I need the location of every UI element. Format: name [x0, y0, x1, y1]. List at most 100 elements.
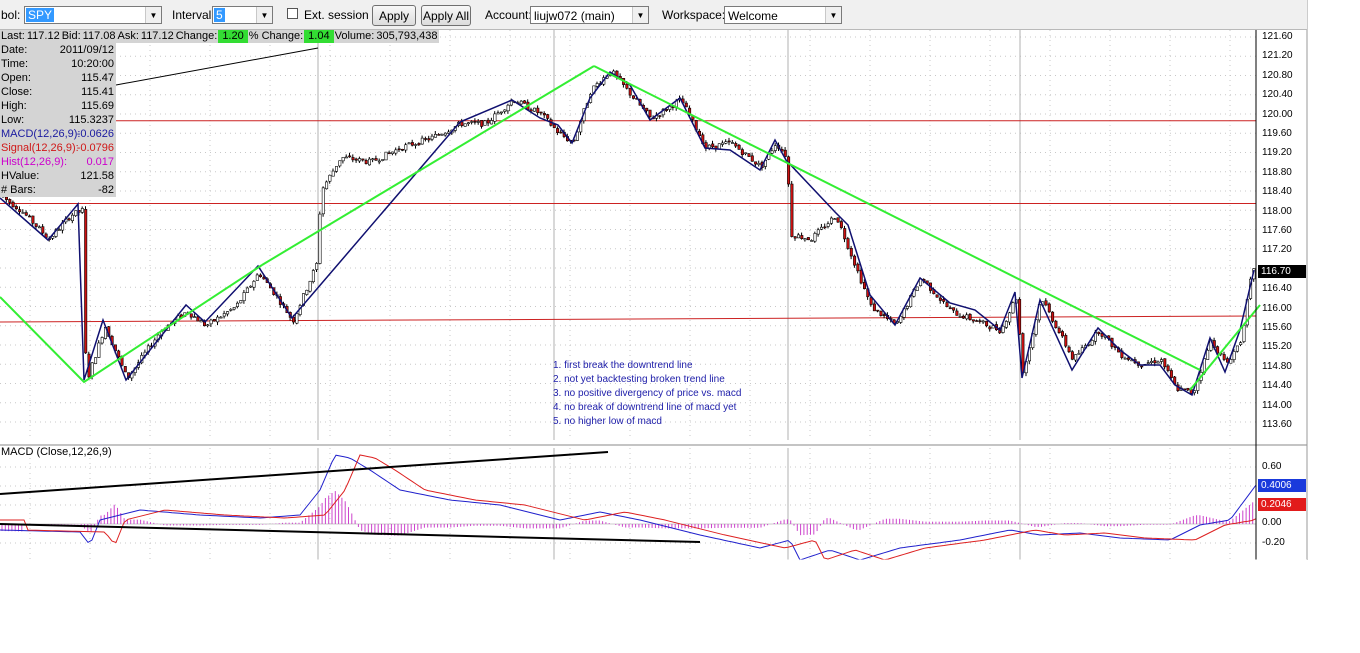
candlestick-series	[1, 69, 1256, 396]
down-candle	[783, 149, 787, 157]
bid-label: Bid:	[61, 30, 81, 42]
down-candle	[539, 111, 543, 114]
down-candle	[546, 114, 550, 119]
up-candle	[503, 109, 507, 112]
info-key: HValue:	[1, 170, 40, 182]
up-candle	[331, 170, 335, 177]
info-row: Signal(12,26,9): -0.0796	[0, 141, 116, 155]
last-label: Last:	[1, 30, 25, 42]
chart-grid	[0, 30, 1256, 563]
price-tick-label: 114.00	[1262, 399, 1292, 411]
up-candle	[1160, 359, 1164, 362]
up-candle	[1156, 361, 1160, 364]
macd-panel-title: MACD (Close,12,26,9)	[1, 446, 112, 458]
price-chart[interactable]	[0, 0, 1360, 653]
apply-all-button[interactable]: Apply All	[421, 5, 471, 26]
ext-session-checkbox[interactable]	[287, 8, 298, 19]
up-candle	[717, 143, 721, 150]
down-candle	[28, 215, 32, 218]
up-candle	[295, 313, 299, 324]
up-candle	[371, 158, 375, 161]
up-candle	[367, 158, 371, 166]
volume-label: Volume:	[334, 30, 375, 42]
chevron-down-icon[interactable]: ▼	[825, 7, 841, 23]
down-candle	[1057, 327, 1061, 333]
workspace-combo[interactable]: Welcome ▼	[724, 6, 842, 24]
down-candle	[836, 217, 840, 223]
down-candle	[397, 148, 401, 151]
workspace-label: Workspace:	[662, 8, 726, 22]
info-value: 115.47	[81, 72, 114, 84]
up-candle	[305, 289, 309, 295]
up-candle	[377, 160, 381, 163]
up-candle	[242, 292, 246, 302]
down-candle	[410, 142, 414, 146]
up-candle	[245, 287, 249, 293]
chevron-down-icon[interactable]: ▼	[145, 7, 161, 23]
up-candle	[74, 210, 78, 217]
down-candle	[684, 102, 688, 108]
down-candle	[348, 155, 352, 158]
up-candle	[325, 181, 329, 190]
down-candle	[1186, 387, 1190, 391]
ask-value: 117.12	[140, 30, 174, 42]
apply-button[interactable]: Apply	[372, 5, 416, 26]
info-value: -0.0796	[76, 142, 114, 154]
down-candle	[536, 107, 540, 114]
symbol-combo[interactable]: SPY ▼	[24, 6, 162, 24]
up-candle	[773, 145, 777, 151]
down-candle	[117, 350, 121, 358]
analysis-notes: 1. first break the downtrend line 2. not…	[553, 359, 741, 429]
down-candle	[424, 138, 428, 140]
down-candle	[945, 302, 949, 308]
price-tick-label: 120.00	[1262, 108, 1293, 120]
signal-value-tag: 0.2046	[1258, 498, 1306, 511]
down-candle	[34, 223, 38, 227]
up-candle	[321, 187, 325, 215]
account-combo[interactable]: liujw072 (main) ▼	[530, 6, 649, 24]
down-candle	[460, 121, 464, 126]
down-candle	[84, 209, 88, 354]
uptrend-line	[261, 65, 595, 266]
chevron-down-icon[interactable]: ▼	[632, 7, 648, 23]
down-candle	[11, 201, 15, 208]
down-candle	[400, 148, 404, 151]
up-candle	[252, 280, 256, 288]
up-candle	[344, 156, 348, 159]
up-candle	[506, 104, 510, 112]
price-tick-label: 117.60	[1262, 225, 1292, 236]
down-candle	[793, 236, 797, 239]
blank-area	[0, 561, 1360, 653]
interval-combo[interactable]: 5 ▼	[212, 6, 273, 24]
up-candle	[915, 286, 919, 291]
up-candle	[199, 320, 203, 323]
down-candle	[31, 215, 35, 224]
up-candle	[57, 229, 61, 231]
up-candle	[476, 121, 480, 123]
down-candle	[988, 326, 992, 330]
down-candle	[971, 319, 975, 322]
macd-value-tag: 0.4006	[1258, 479, 1306, 492]
up-candle	[308, 280, 312, 292]
up-candle	[209, 319, 213, 325]
price-tick-label: 119.20	[1262, 147, 1292, 159]
info-row: Hist(12,26,9): 0.017	[0, 155, 116, 169]
up-candle	[249, 285, 253, 288]
up-candle	[744, 152, 748, 155]
horizontal-level-line	[0, 315, 1257, 323]
info-value: 115.41	[81, 86, 114, 98]
info-key: Date:	[1, 44, 28, 56]
down-candle	[259, 274, 263, 277]
down-candle	[882, 314, 886, 317]
chevron-down-icon[interactable]: ▼	[256, 7, 272, 23]
up-candle	[334, 166, 338, 172]
up-candle	[490, 120, 494, 125]
workspace-value: Welcome	[728, 9, 778, 23]
price-tick-label: 116.40	[1262, 283, 1292, 295]
up-candle	[97, 342, 101, 358]
up-candle	[407, 142, 411, 145]
up-candle	[499, 111, 503, 114]
down-candle	[18, 209, 22, 213]
up-candle	[311, 270, 315, 283]
up-candle	[90, 362, 94, 377]
